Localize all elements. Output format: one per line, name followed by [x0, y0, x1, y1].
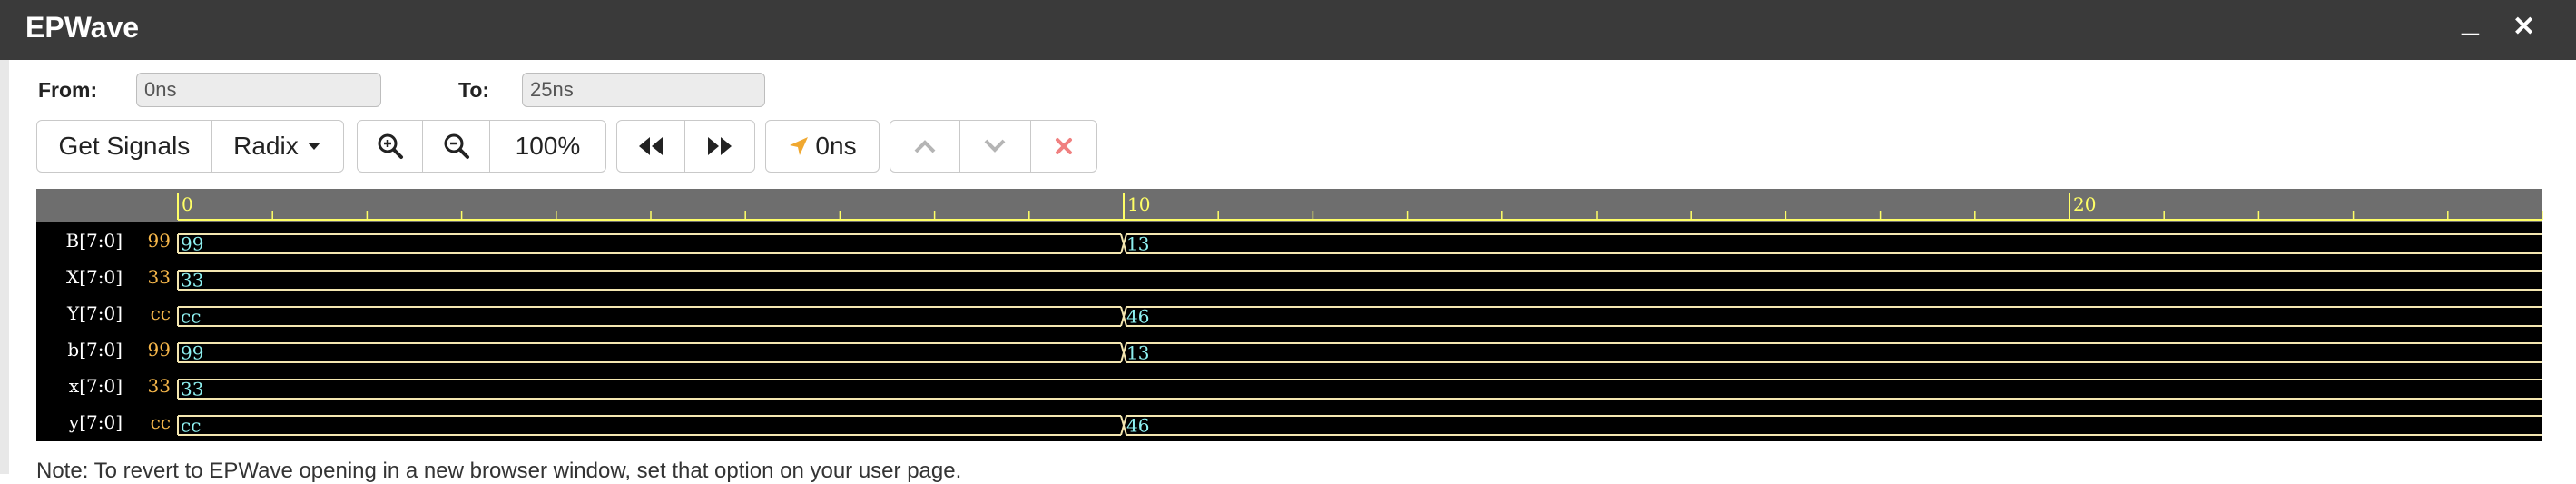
segment-value-label: cc [181, 415, 201, 437]
segment-value-label: 99 [181, 233, 203, 255]
segment-value-label: 33 [181, 379, 203, 400]
timeline-tick-label: 0 [182, 193, 193, 215]
waveform-canvas: 0 10 20 99 13 33 cc 46 99 13 33 cc 46 [177, 193, 2543, 437]
segment-value-label: 99 [181, 342, 203, 364]
segment-value-label: 46 [1126, 306, 1149, 328]
timeline-tick-label: 10 [1127, 193, 1150, 215]
segment-value-label: 13 [1126, 233, 1149, 255]
segment-value-label: 33 [181, 270, 203, 291]
timeline-tick-label: 20 [2073, 193, 2096, 215]
segment-value-label: 46 [1126, 415, 1149, 437]
segment-value-label: cc [181, 306, 201, 328]
footer-note: Note: To revert to EPWave opening in a n… [36, 459, 962, 483]
segment-value-label: 13 [1126, 342, 1149, 364]
